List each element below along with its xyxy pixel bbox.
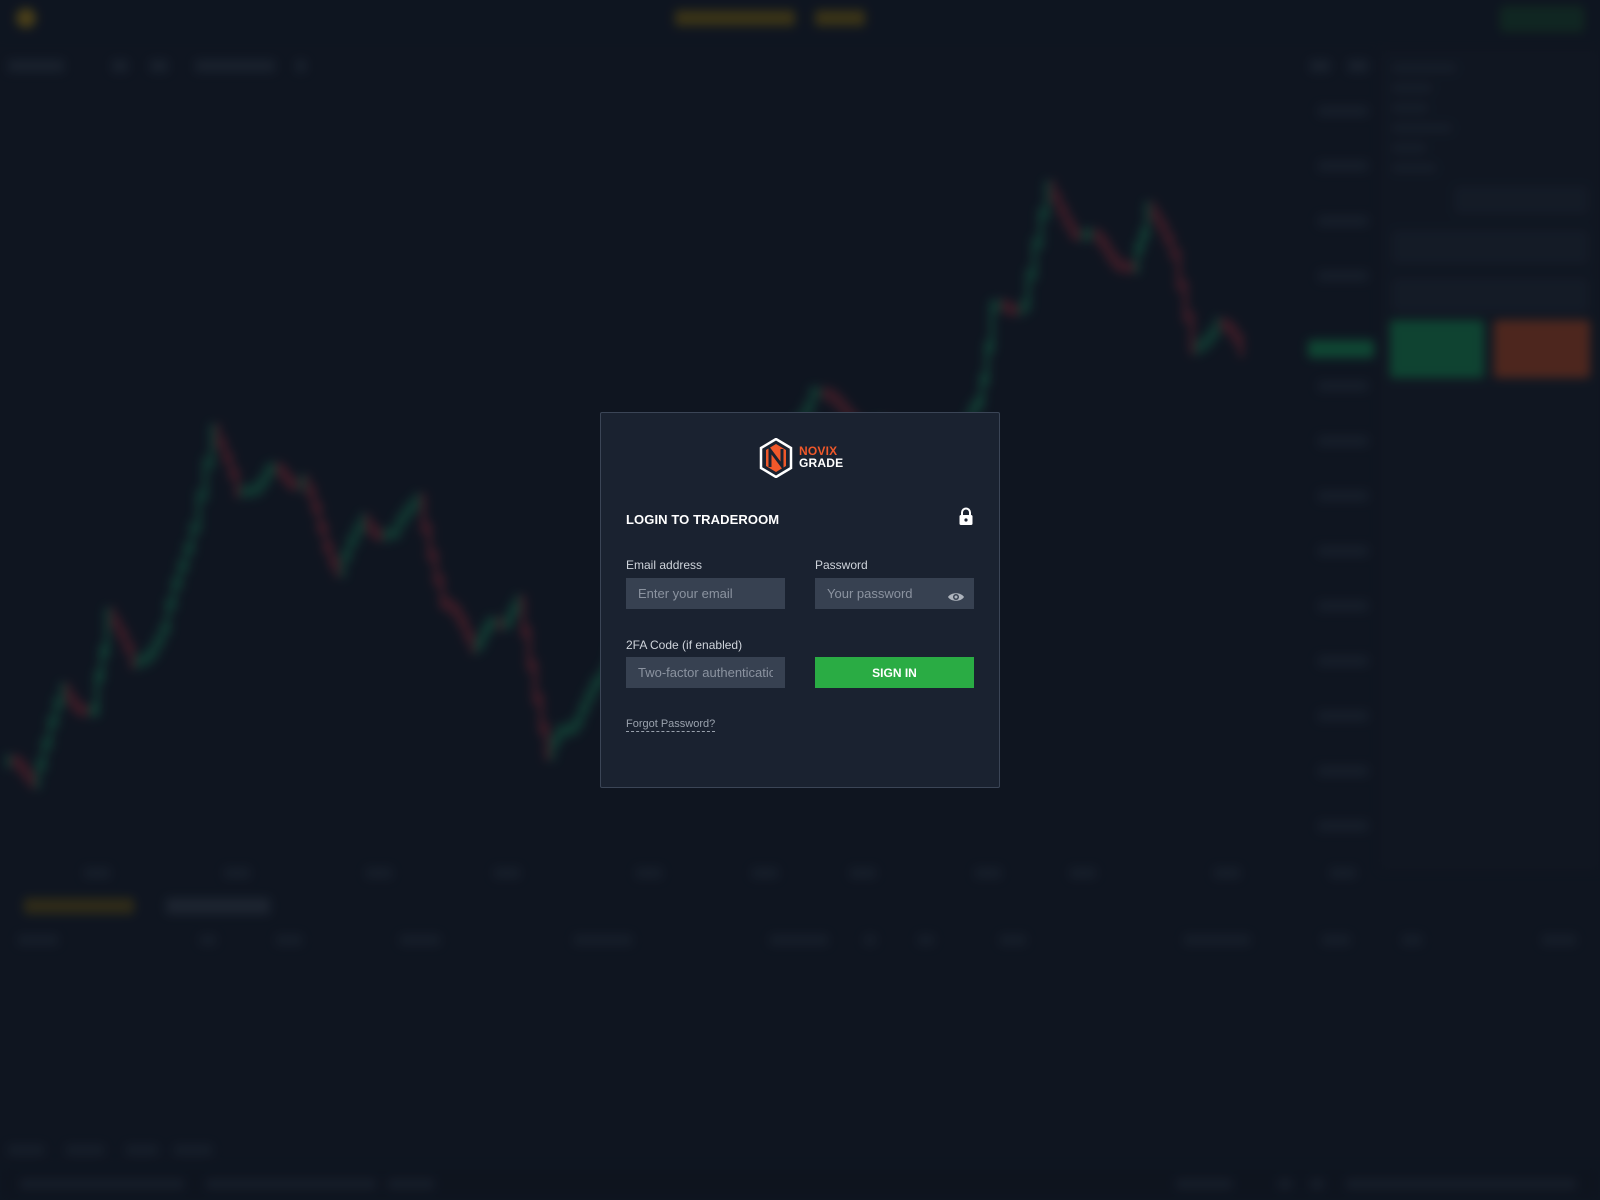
eye-icon[interactable]: [947, 591, 965, 603]
email-label: Email address: [626, 558, 703, 572]
sign-in-button[interactable]: SIGN IN: [815, 657, 974, 688]
email-field[interactable]: [626, 578, 785, 609]
lock-icon: [959, 507, 973, 525]
brand-name: NOVIX GRADE: [799, 445, 843, 469]
twofa-field[interactable]: [626, 657, 785, 688]
modal-title: LOGIN TO TRADEROOM: [626, 512, 780, 527]
forgot-password-link[interactable]: Forgot Password?: [626, 718, 716, 732]
login-modal: NOVIX GRADE LOGIN TO TRADEROOM Email add…: [600, 412, 1000, 788]
brand-name-bottom: GRADE: [799, 456, 844, 470]
password-label: Password: [815, 558, 868, 572]
twofa-label: 2FA Code (if enabled): [626, 638, 743, 652]
novix-grade-logo-icon: [759, 438, 793, 478]
brand-logo: NOVIX GRADE: [759, 438, 849, 478]
